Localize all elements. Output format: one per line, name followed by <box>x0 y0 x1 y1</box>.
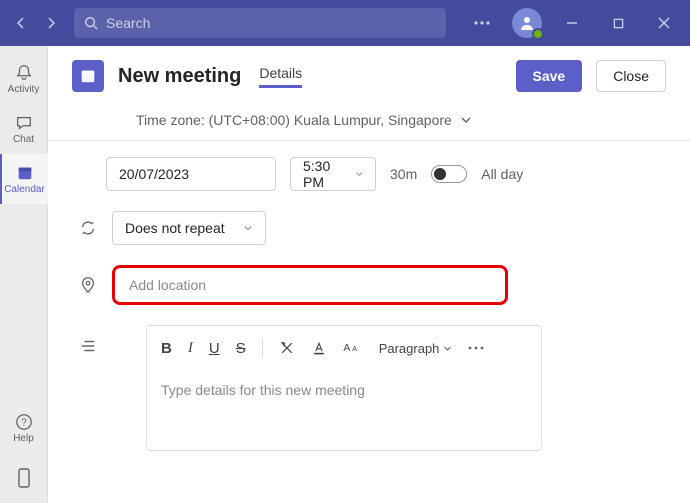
location-row: Add location <box>72 265 666 305</box>
svg-text:A: A <box>343 343 350 354</box>
help-icon: ? <box>15 413 33 431</box>
sidebar-item-chat[interactable]: Chat <box>0 104 48 154</box>
editor-body[interactable]: Type details for this new meeting <box>147 370 541 450</box>
forward-button[interactable] <box>36 8 66 38</box>
editor-placeholder: Type details for this new meeting <box>161 382 365 398</box>
time-input[interactable]: 5:30 PM <box>290 157 376 191</box>
bold-button[interactable]: B <box>161 340 172 357</box>
search-input[interactable]: Search <box>74 8 446 38</box>
timezone-row[interactable]: Time zone: (UTC+08:00) Kuala Lumpur, Sin… <box>48 102 690 141</box>
datetime-row: 20/07/2023 5:30 PM 30m All day <box>72 157 666 191</box>
calendar-icon <box>16 164 34 182</box>
font-size-button[interactable]: AA <box>343 340 363 356</box>
toolbar-more-button[interactable] <box>468 346 484 350</box>
back-button[interactable] <box>6 8 36 38</box>
more-button[interactable] <box>462 3 502 43</box>
close-button[interactable]: Close <box>596 60 666 92</box>
minimize-button[interactable] <box>552 3 592 43</box>
tab-details[interactable]: Details <box>259 65 302 88</box>
search-icon <box>84 16 98 30</box>
timezone-label: Time zone: (UTC+08:00) Kuala Lumpur, Sin… <box>136 112 452 128</box>
rich-text-editor: B I U S AA <box>146 325 542 451</box>
chevron-down-icon <box>243 223 253 233</box>
date-input[interactable]: 20/07/2023 <box>106 157 276 191</box>
allday-label: All day <box>481 166 523 182</box>
repeat-row: Does not repeat <box>72 211 666 245</box>
chevron-down-icon <box>355 169 363 179</box>
sidebar-item-calendar[interactable]: Calendar <box>0 154 48 204</box>
list-icon <box>78 337 98 355</box>
save-button[interactable]: Save <box>516 60 583 92</box>
editor-toolbar: B I U S AA <box>147 326 541 370</box>
titlebar: Search <box>0 0 690 46</box>
location-icon <box>78 276 98 294</box>
bell-icon <box>15 64 33 82</box>
search-placeholder: Search <box>106 15 150 31</box>
location-input[interactable]: Add location <box>112 265 508 305</box>
font-color-button[interactable] <box>311 340 327 356</box>
maximize-button[interactable] <box>598 3 638 43</box>
calendar-badge-icon <box>72 60 104 92</box>
highlight-button[interactable] <box>279 340 295 356</box>
italic-button[interactable]: I <box>188 340 193 357</box>
allday-toggle[interactable] <box>431 165 467 183</box>
chevron-down-icon <box>443 344 452 353</box>
sidebar-item-activity[interactable]: Activity <box>0 54 48 104</box>
page-header: New meeting Details Save Close <box>48 46 690 102</box>
repeat-icon <box>78 219 98 237</box>
chevron-down-icon <box>460 114 472 126</box>
sidebar-item-label: Calendar <box>4 184 45 195</box>
sidebar: Activity Chat Calendar ? Help <box>0 46 48 503</box>
presence-badge <box>532 28 544 40</box>
chat-icon <box>15 114 33 132</box>
sidebar-item-label: Chat <box>13 134 34 145</box>
description-row: B I U S AA <box>72 325 666 451</box>
sidebar-item-label: Help <box>13 433 34 444</box>
underline-button[interactable]: U <box>209 340 220 357</box>
svg-text:A: A <box>352 344 357 353</box>
sidebar-item-label: Activity <box>8 84 40 95</box>
close-window-button[interactable] <box>644 3 684 43</box>
person-icon <box>519 15 535 31</box>
page-title: New meeting <box>118 65 241 88</box>
duration-label: 30m <box>390 166 417 182</box>
avatar[interactable] <box>512 8 542 38</box>
repeat-select[interactable]: Does not repeat <box>112 211 266 245</box>
device-icon <box>17 468 31 488</box>
location-placeholder: Add location <box>129 277 206 293</box>
sidebar-item-help[interactable]: ? Help <box>0 403 48 453</box>
paragraph-select[interactable]: Paragraph <box>379 341 453 356</box>
strike-button[interactable]: S <box>236 340 246 357</box>
sidebar-item-device[interactable] <box>0 453 48 503</box>
svg-text:?: ? <box>21 417 27 428</box>
